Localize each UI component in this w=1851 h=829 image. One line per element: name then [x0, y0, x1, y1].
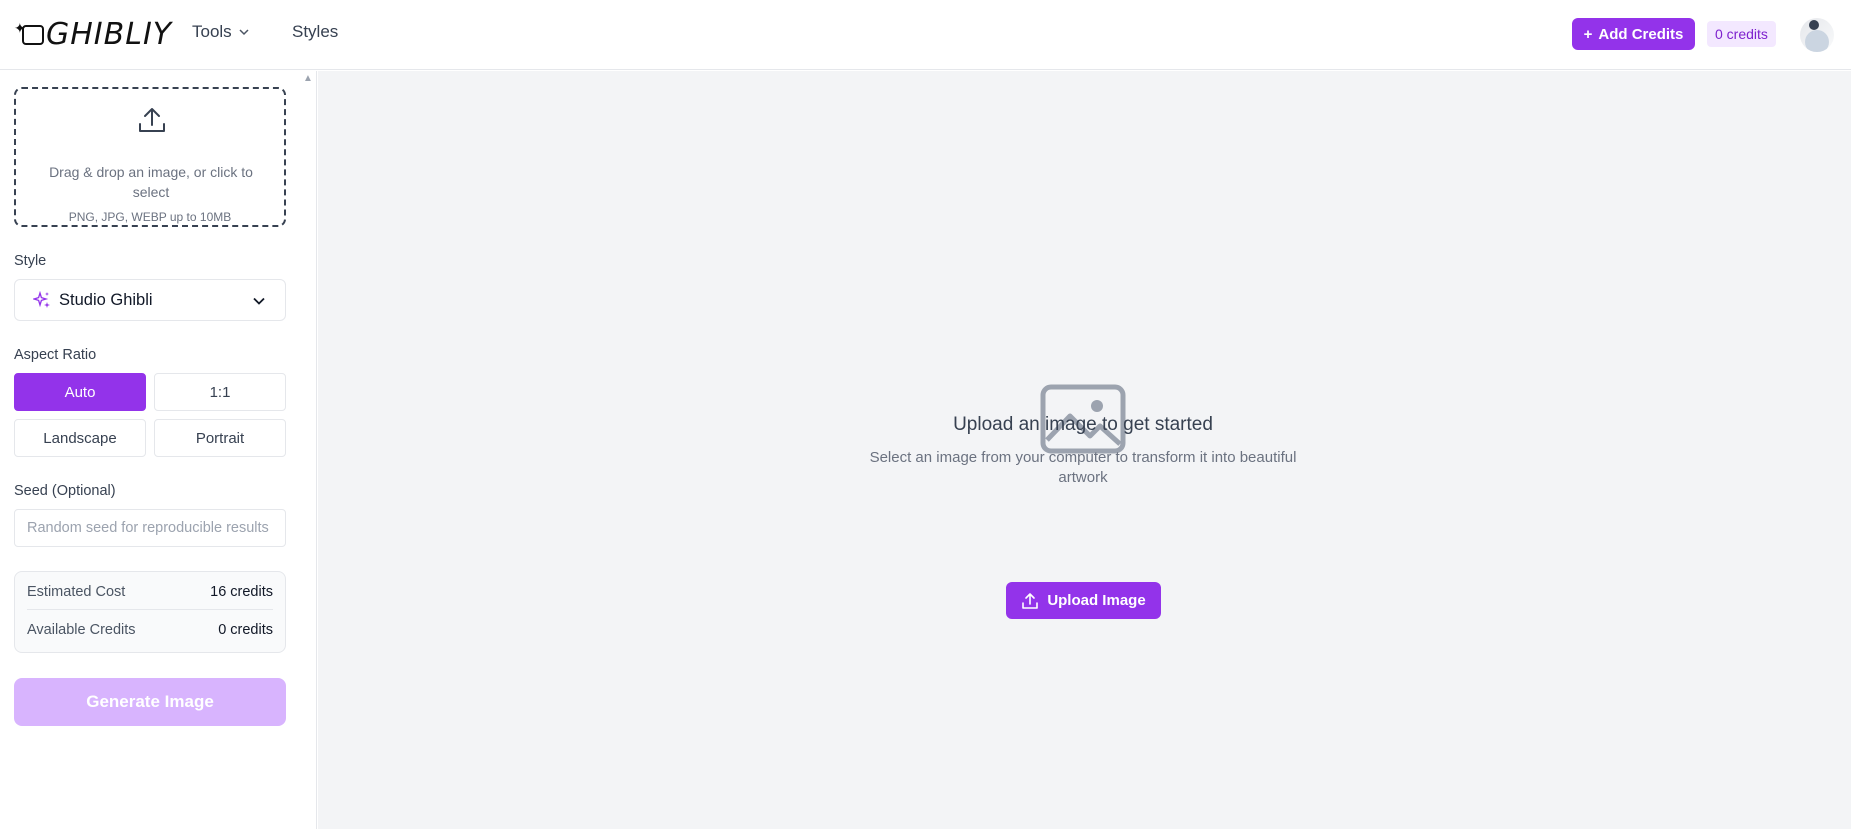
image-dropzone[interactable]: Drag & drop an image, or click to select… [14, 87, 286, 227]
estimated-cost-label: Estimated Cost [27, 583, 126, 600]
empty-state-title: Upload an image to get started [953, 414, 1213, 435]
upload-icon [139, 108, 165, 132]
available-credits-label: Available Credits [27, 622, 136, 638]
style-selected-value: Studio Ghibli [59, 290, 153, 309]
brand-logo[interactable]: ✦ GHIBLIY [14, 16, 173, 52]
aspect-auto-button[interactable]: Auto [14, 373, 146, 411]
settings-sidebar: ▲ Drag & drop an image, or click to sele… [0, 71, 317, 829]
chevron-down-icon [239, 29, 249, 36]
estimated-cost-row: Estimated Cost 16 credits [27, 574, 273, 610]
chevron-down-icon [253, 297, 265, 305]
estimated-cost-value: 16 credits [210, 583, 273, 600]
plus-icon: + [1583, 25, 1593, 43]
scroll-up-icon[interactable]: ▲ [303, 73, 313, 84]
nav-tools-menu[interactable]: Tools [192, 22, 250, 42]
empty-state-description: Select an image from your computer to tr… [869, 449, 1297, 486]
add-credits-label: Add Credits [1598, 25, 1684, 43]
aspect-1-1-button[interactable]: 1:1 [154, 373, 286, 411]
credits-badge: 0 credits [1707, 21, 1776, 47]
dropzone-prompt: Drag & drop an image, or click to select [49, 164, 253, 200]
upload-image-button[interactable]: Upload Image [1006, 582, 1161, 619]
available-credits-value: 0 credits [218, 622, 273, 638]
aspect-ratio-label: Aspect Ratio [14, 347, 97, 363]
nav-tools-label: Tools [192, 22, 232, 41]
seed-input[interactable] [14, 509, 286, 547]
dropzone-formats: PNG, JPG, WEBP up to 10MB [68, 210, 232, 224]
brand-name: GHIBLIY [46, 16, 173, 52]
sparkle-frame-icon: ✦ [14, 21, 44, 47]
cost-summary: Estimated Cost 16 credits Available Cred… [14, 571, 286, 653]
seed-label: Seed (Optional) [14, 483, 116, 499]
upload-icon [1022, 592, 1039, 609]
add-credits-button[interactable]: + Add Credits [1572, 18, 1695, 50]
style-label: Style [14, 253, 47, 269]
available-credits-row: Available Credits 0 credits [27, 612, 273, 648]
generate-image-button[interactable]: Generate Image [14, 678, 286, 726]
sparkles-icon [33, 291, 50, 308]
style-select[interactable]: Studio Ghibli [14, 279, 286, 321]
app-header: ✦ GHIBLIY Tools Styles + Add Credits 0 c… [0, 0, 1851, 70]
avatar[interactable] [1800, 18, 1834, 52]
upload-image-label: Upload Image [1047, 592, 1146, 609]
nav-styles-link[interactable]: Styles [292, 22, 338, 42]
